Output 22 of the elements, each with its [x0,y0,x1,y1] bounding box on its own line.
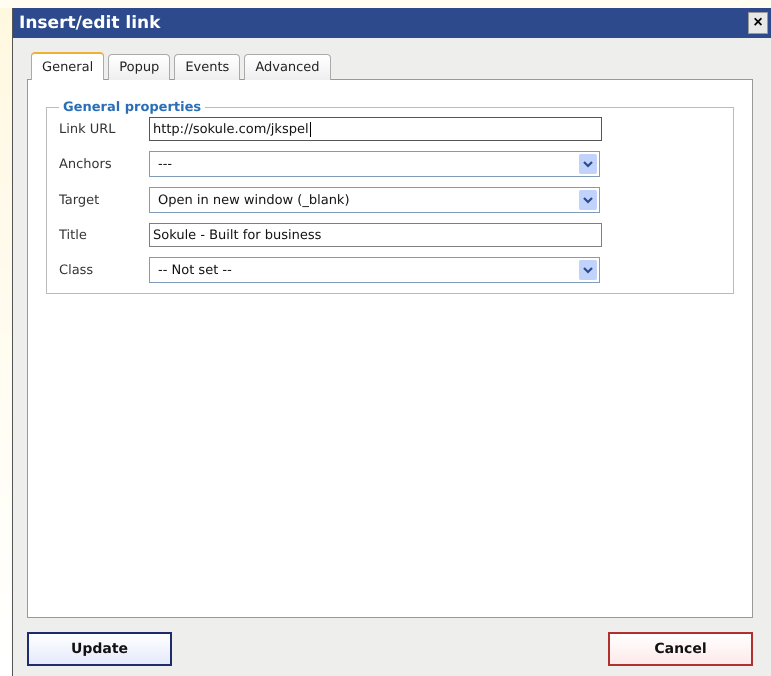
close-button[interactable]: × [748,12,768,34]
cancel-button[interactable]: Cancel [608,632,753,666]
input-field[interactable]: http://sokule.com/jkspel [149,117,602,141]
window-title: Insert/edit link [19,13,160,33]
field-label: Anchors [59,156,113,172]
tab[interactable]: Advanced [244,54,331,80]
chevron-down-icon [579,154,597,174]
dropdown-field[interactable]: --- [149,151,600,177]
dropdown-field[interactable]: Open in new window (_blank) [149,187,600,213]
field-label: Target [59,192,100,208]
update-button[interactable]: Update [27,632,172,666]
field-label: Link URL [59,122,117,136]
tab[interactable]: Popup [108,54,170,80]
group-legend: General properties [59,100,206,115]
tab[interactable]: General [31,52,104,80]
input-field[interactable]: Sokule - Built for business [149,223,602,247]
chevron-down-icon [579,260,597,280]
tab[interactable]: Events [174,54,240,80]
dropdown-field[interactable]: -- Not set -- [149,257,600,283]
field-label: Title [59,228,88,242]
chevron-down-icon [579,190,597,210]
field-label: Class [59,262,94,278]
